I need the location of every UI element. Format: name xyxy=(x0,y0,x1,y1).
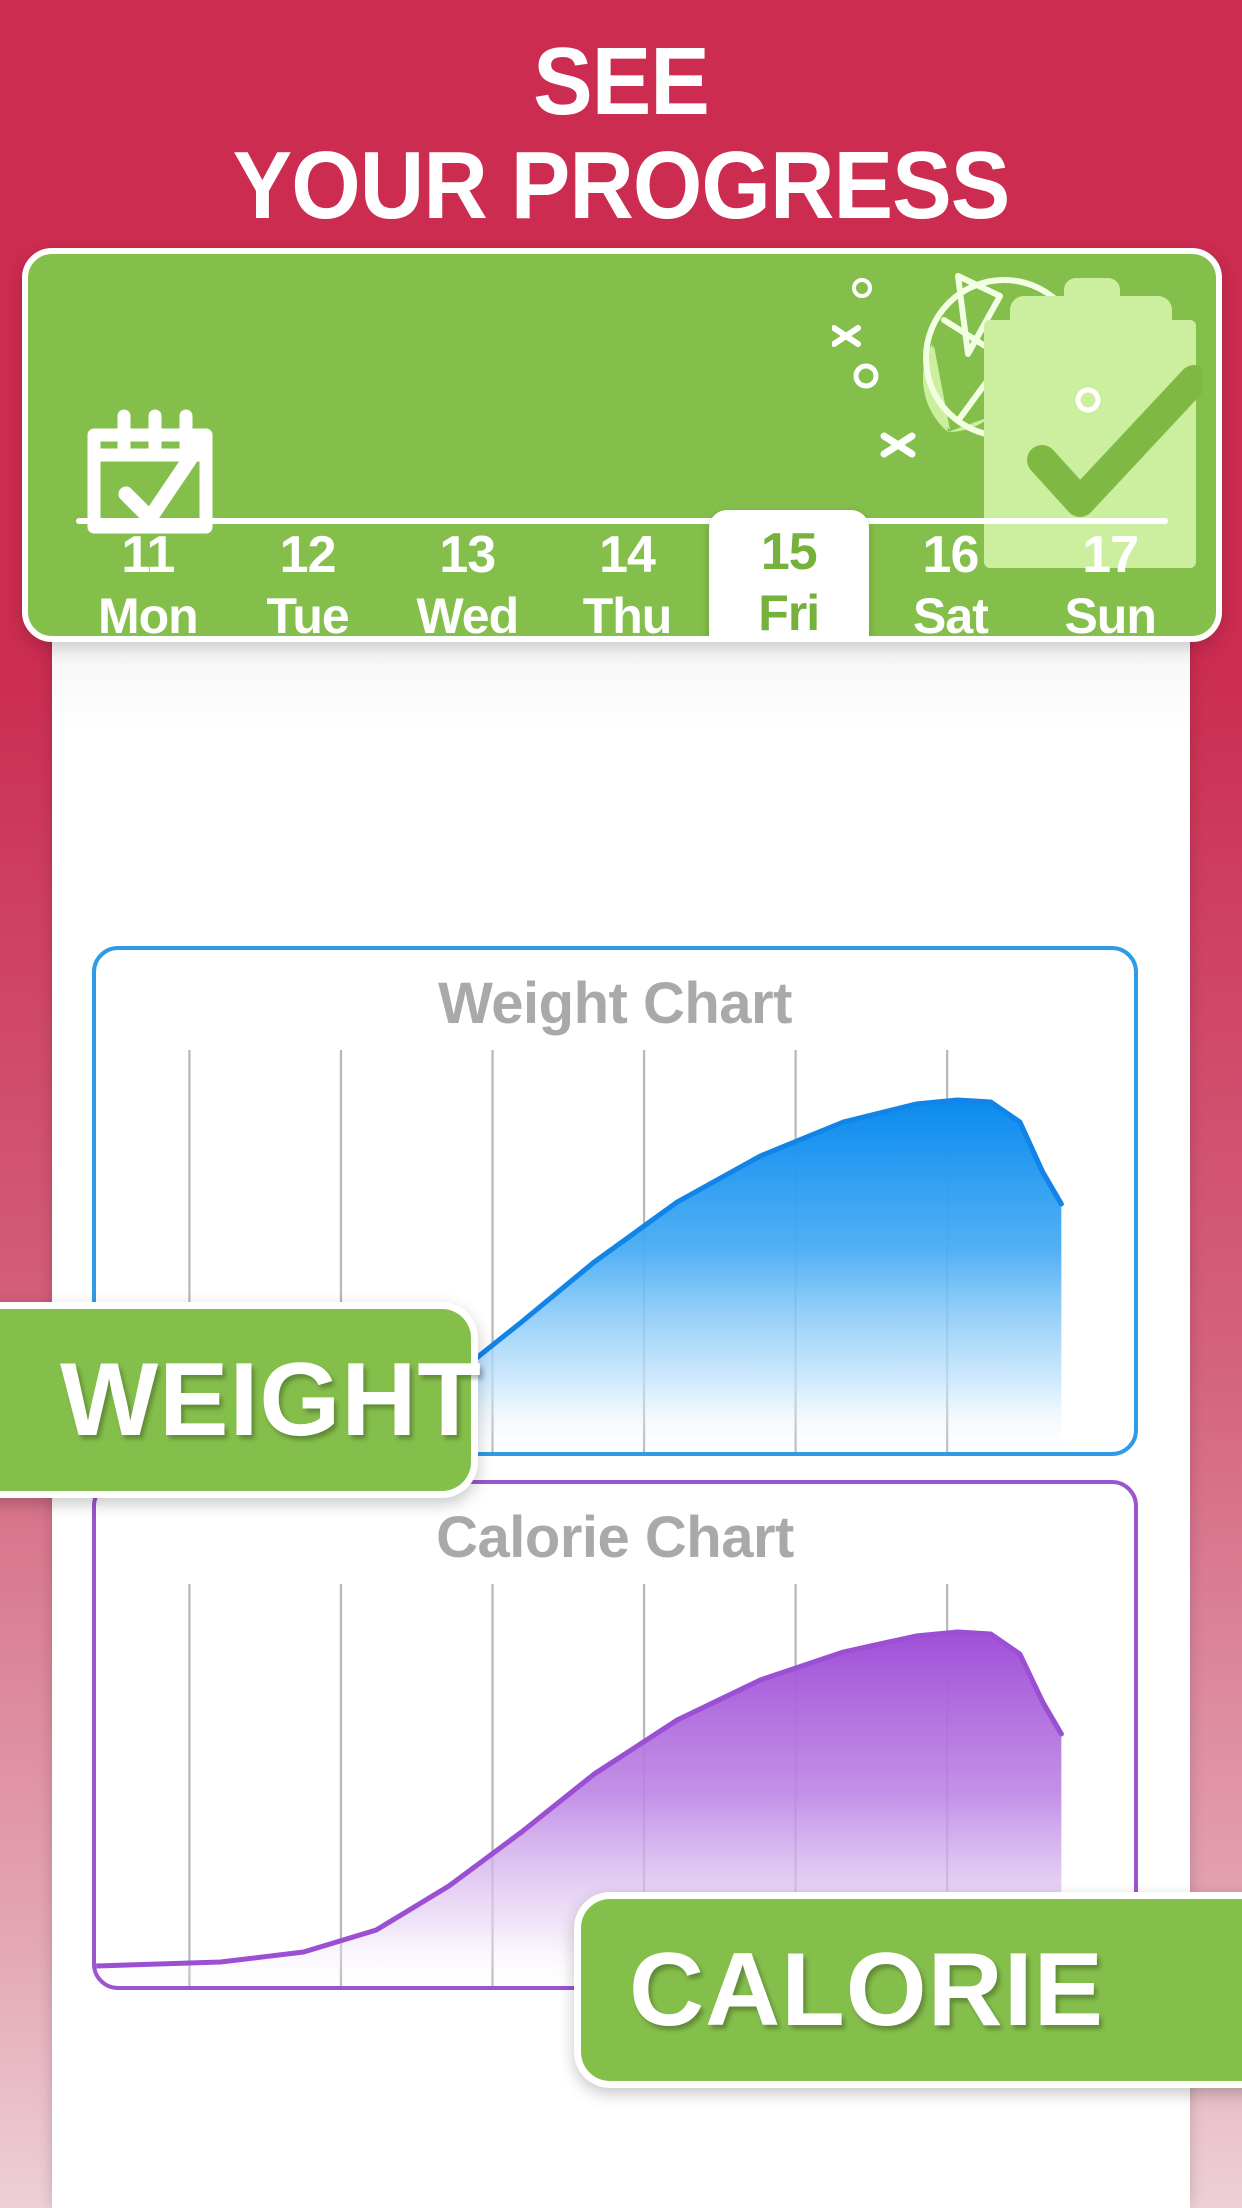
sparkle-x-icon xyxy=(831,325,861,347)
clipboard-check-icon xyxy=(984,278,1209,568)
calendar-divider xyxy=(76,518,1168,524)
day-name: Sun xyxy=(1064,588,1156,642)
day-name: Wed xyxy=(416,588,519,642)
day-number: 15 xyxy=(760,523,818,581)
day-cell[interactable]: 14 Thu xyxy=(547,526,707,642)
progress-illustration xyxy=(831,268,1209,573)
weight-callout-badge: WEIGHT xyxy=(0,1302,481,1498)
day-number: 16 xyxy=(922,526,980,584)
day-name: Tue xyxy=(266,588,349,642)
day-number: 12 xyxy=(279,526,337,584)
day-name: Sat xyxy=(913,588,989,642)
day-number: 11 xyxy=(121,526,175,584)
page-title: SEE YOUR PROGRESS xyxy=(232,28,1011,239)
sparkle-x-icon xyxy=(880,432,916,458)
day-name: Thu xyxy=(582,588,673,642)
day-name: Fri xyxy=(758,585,820,641)
calorie-callout-badge: CALORIE xyxy=(574,1892,1242,2088)
day-selector[interactable]: 11 Mon 12 Tue 13 Wed 14 Thu 15 Fri 16 Sa… xyxy=(68,510,1190,642)
calendar-card: 11 Mon 12 Tue 13 Wed 14 Thu 15 Fri 16 Sa… xyxy=(22,248,1222,642)
day-name: Mon xyxy=(97,588,199,642)
day-number: 14 xyxy=(599,526,656,584)
sparkle-circle-icon xyxy=(852,278,872,298)
calorie-chart-title: Calorie Chart xyxy=(436,1505,794,1570)
day-cell[interactable]: 13 Wed xyxy=(387,526,547,642)
day-cell-selected[interactable]: 15 Fri xyxy=(708,510,869,641)
sparkle-circle-icon xyxy=(853,363,879,389)
day-cell[interactable]: 11 Mon xyxy=(68,526,228,642)
weight-callout-label: WEIGHT xyxy=(60,1342,482,1458)
calorie-callout-label: CALORIE xyxy=(629,1932,1104,2048)
day-number: 13 xyxy=(439,526,496,584)
day-cell[interactable]: 12 Tue xyxy=(228,526,388,642)
day-number: 17 xyxy=(1082,526,1139,584)
weight-chart-title: Weight Chart xyxy=(438,971,792,1036)
day-cell[interactable]: 17 Sun xyxy=(1030,526,1190,642)
day-cell[interactable]: 16 Sat xyxy=(871,526,1031,642)
promo-screenshot: SEE YOUR PROGRESS 11 Mon 12 Tue 13 Wed 1… xyxy=(0,0,1242,2208)
